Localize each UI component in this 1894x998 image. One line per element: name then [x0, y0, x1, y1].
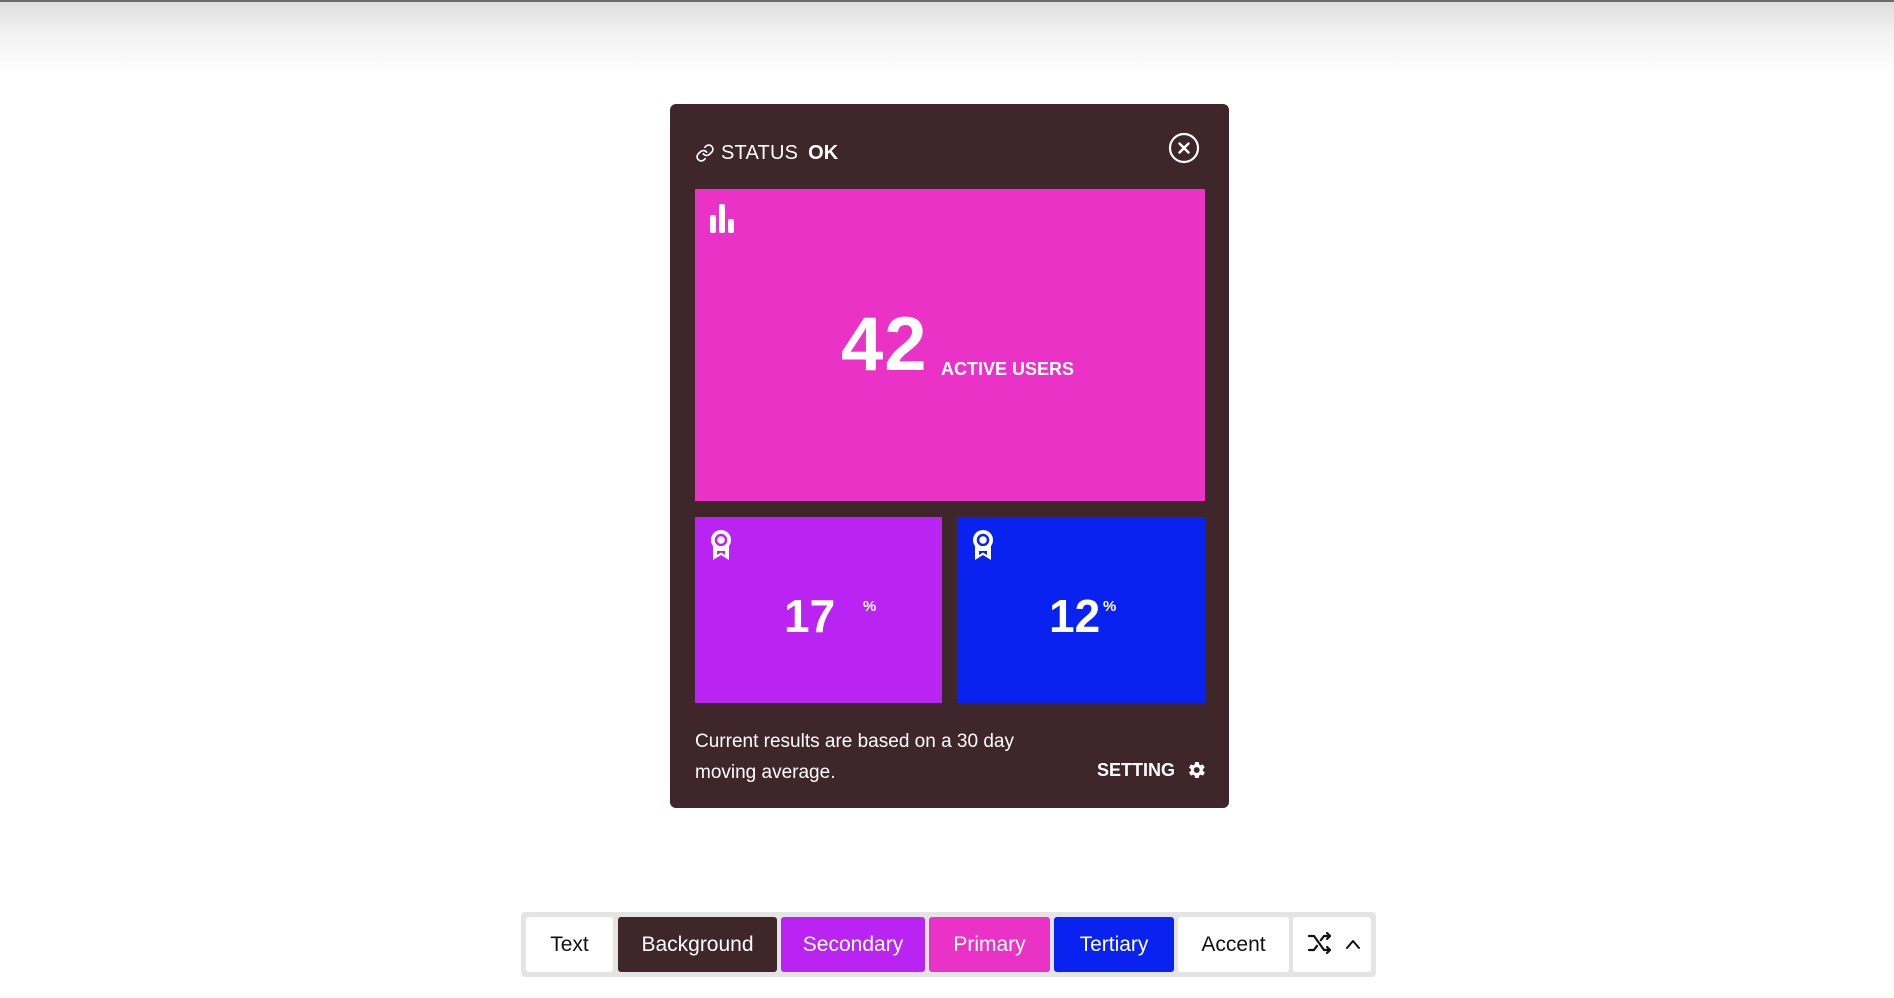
status-value: OK [808, 141, 839, 164]
page: STATUS OK 42 ACTIVE USERS 17 % 12 % Curr… [0, 0, 1894, 998]
stat-unit-1: % [863, 598, 877, 615]
award-ribbon-icon [973, 530, 993, 560]
stat-tile-2: 12 % [957, 517, 1205, 703]
active-users-count: 42 [841, 302, 928, 387]
chevron-up-icon[interactable] [1345, 937, 1361, 951]
status-row: STATUS OK [695, 140, 838, 166]
close-icon[interactable] [1168, 132, 1200, 164]
stat-tile-1: 17 % [695, 517, 942, 703]
shuffle-icon[interactable] [1307, 930, 1333, 956]
stat-value-2: 12 [1049, 590, 1101, 642]
color-palette-toolbar: Text Background Secondary Primary Tertia… [521, 912, 1376, 977]
swatch-background[interactable]: Background [618, 917, 777, 972]
bar-chart-icon [710, 204, 734, 233]
swatch-tertiary[interactable]: Tertiary [1054, 917, 1174, 972]
status-card: STATUS OK 42 ACTIVE USERS 17 % 12 % Curr… [670, 104, 1229, 808]
setting-button[interactable]: SETTING [1097, 758, 1207, 782]
footnote: Current results are based on a 30 day mo… [695, 731, 1014, 783]
stat-value-1: 17 [784, 590, 836, 642]
stat-unit-2: % [1103, 598, 1117, 615]
swatch-text[interactable]: Text [526, 917, 613, 972]
swatch-primary[interactable]: Primary [929, 917, 1050, 972]
palette-tools [1293, 917, 1371, 972]
swatch-secondary[interactable]: Secondary [781, 917, 925, 972]
active-users-label: ACTIVE USERS [941, 359, 1075, 379]
award-ribbon-icon [711, 530, 731, 560]
top-shadow [0, 2, 1894, 74]
link-icon [696, 144, 714, 162]
status-label: STATUS [721, 141, 799, 164]
gear-icon [1189, 762, 1205, 778]
setting-label: SETTING [1097, 759, 1176, 780]
swatch-accent[interactable]: Accent [1178, 917, 1289, 972]
active-users-tile: 42 ACTIVE USERS [695, 189, 1205, 501]
